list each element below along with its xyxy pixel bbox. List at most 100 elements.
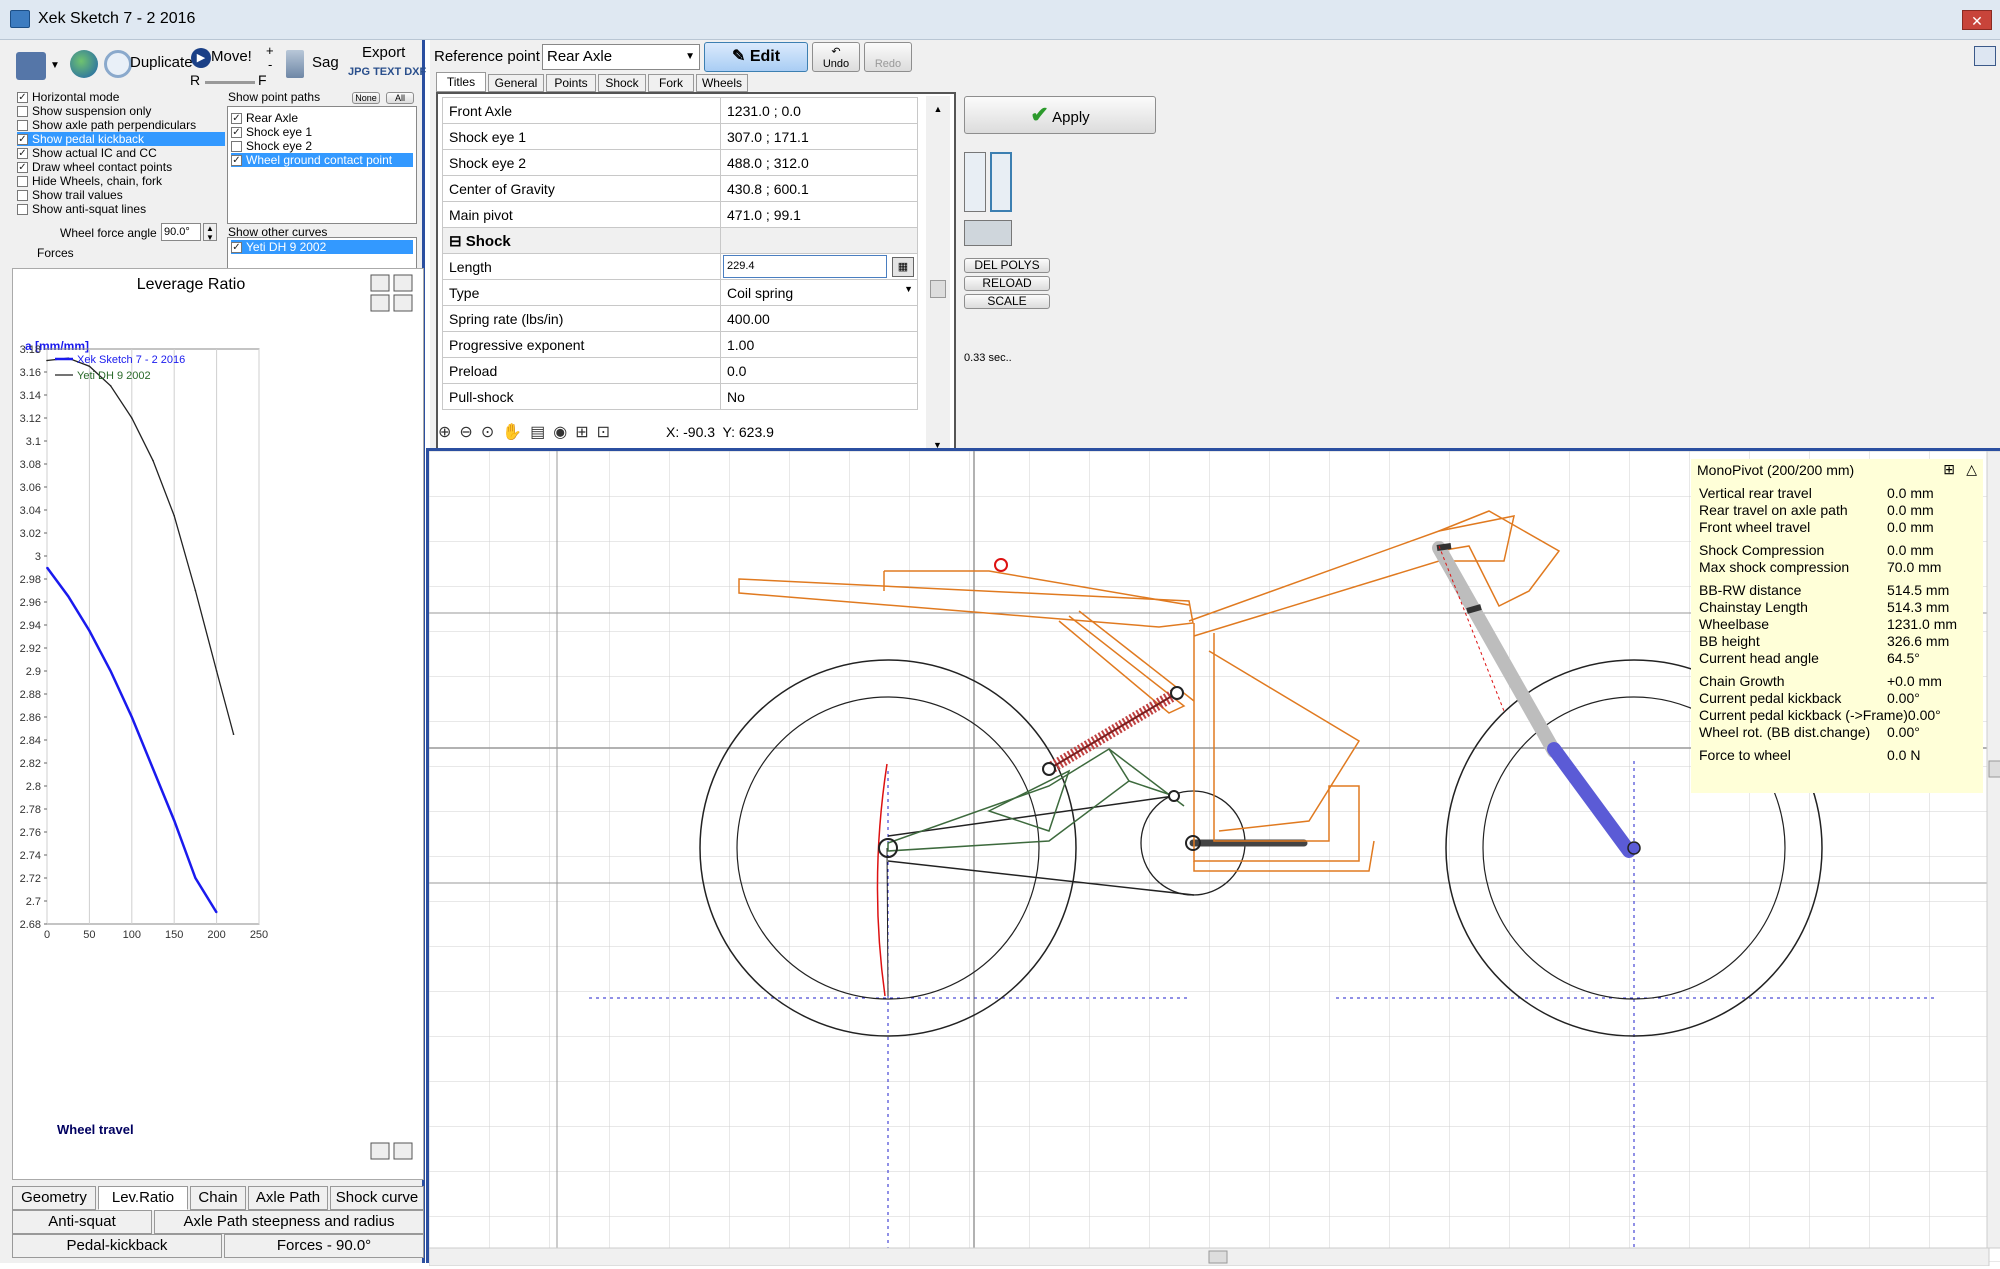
checkbox-icon[interactable]: ✓	[231, 112, 242, 124]
tab-points[interactable]: Points	[546, 74, 596, 92]
shock-section-header[interactable]: ⊟ Shock	[442, 227, 918, 254]
checkbox-icon[interactable]	[17, 203, 28, 215]
option-show-trail-values[interactable]: Show trail values	[17, 188, 225, 202]
shock-eye-1[interactable]	[1042, 762, 1056, 776]
tab-axle-path[interactable]: Axle Path	[248, 1186, 328, 1210]
scroll-up-button[interactable]	[370, 274, 390, 292]
option-hide-wheels[interactable]: Hide Wheels, chain, fork	[17, 174, 225, 188]
scroll-thumb[interactable]	[1988, 760, 2000, 778]
prop-row[interactable]: Front Axle 1231.0 ; 0.0	[442, 97, 918, 124]
collapse-up-icon[interactable]: △	[1966, 461, 1977, 478]
undo-button[interactable]: ↶ Undo	[812, 42, 860, 72]
reload-button[interactable]: RELOAD	[964, 276, 1050, 291]
apply-button[interactable]: ✔ Apply	[964, 96, 1156, 134]
curve-item-yeti[interactable]: ✓ Yeti DH 9 2002	[231, 240, 413, 254]
path-item-wheel-ground-contact[interactable]: ✓ Wheel ground contact point	[231, 153, 413, 167]
prop-row[interactable]: Shock eye 1 307.0 ; 171.1	[442, 123, 918, 150]
checkbox-icon[interactable]	[17, 189, 28, 201]
tab-forces[interactable]: Forces - 90.0°	[224, 1234, 424, 1258]
prop-row[interactable]: Main pivot 471.0 ; 99.1	[442, 201, 918, 228]
zoom-out-icon[interactable]: ⊖	[459, 422, 472, 442]
scroll-down-button-2[interactable]	[393, 294, 413, 312]
shock-eye-2[interactable]	[1170, 686, 1184, 700]
checkbox-icon[interactable]: ✓	[17, 133, 28, 145]
option-draw-wheel-contact-points[interactable]: ✓ Draw wheel contact points	[17, 160, 225, 174]
tab-fork[interactable]: Fork	[648, 74, 694, 92]
window-toggle-icon[interactable]	[1974, 46, 1996, 66]
calculator-icon[interactable]: ▦	[892, 257, 914, 277]
prop-row[interactable]: Shock eye 2 488.0 ; 312.0	[442, 149, 918, 176]
close-button[interactable]: ✕	[1962, 10, 1992, 30]
tab-general[interactable]: General	[488, 74, 544, 92]
option-horizontal-mode[interactable]: ✓ Horizontal mode	[17, 90, 225, 104]
globe-icon[interactable]	[70, 50, 98, 78]
all-button[interactable]: All	[386, 92, 414, 104]
fork-view-icon-2[interactable]	[990, 152, 1012, 212]
export-button[interactable]: Export	[362, 44, 405, 61]
edit-button[interactable]: ✎ Edit	[704, 42, 808, 72]
collapse-icon[interactable]: ⊟	[449, 233, 462, 250]
pan-hand-icon[interactable]: ✋	[502, 422, 522, 442]
checkbox-icon[interactable]: ✓	[231, 241, 242, 253]
play-icon[interactable]: ▶	[191, 48, 211, 68]
chevron-down-icon[interactable]: ▼	[685, 45, 695, 69]
fork-view-icon[interactable]	[964, 152, 986, 212]
option-show-axle-path-perpendiculars[interactable]: Show axle path perpendiculars	[17, 118, 225, 132]
checkbox-icon[interactable]: ✓	[17, 91, 28, 103]
option-show-pedal-kickback[interactable]: ✓ Show pedal kickback	[17, 132, 225, 146]
scroll-thumb-2[interactable]	[393, 1142, 413, 1160]
wheel-force-input[interactable]	[161, 223, 201, 241]
drawing-canvas[interactable]: MonoPivot (200/200 mm) ⊞ △ Vertical rear…	[426, 448, 2000, 1267]
checkbox-icon[interactable]	[17, 105, 28, 117]
tab-anti-squat[interactable]: Anti-squat	[12, 1210, 152, 1234]
tab-titles[interactable]: Titles	[436, 72, 486, 92]
path-item-shock-eye-1[interactable]: ✓ Shock eye 1	[231, 125, 413, 139]
scroll-up-icon[interactable]: ▲	[926, 104, 950, 114]
zoom-in-icon[interactable]: ⊕	[438, 422, 451, 442]
tab-lev-ratio[interactable]: Lev.Ratio	[98, 1186, 188, 1210]
path-item-shock-eye-2[interactable]: Shock eye 2	[231, 139, 413, 153]
snap-icon[interactable]: ⊡	[597, 422, 610, 442]
duplicate-button[interactable]: Duplicate	[130, 54, 193, 71]
length-input[interactable]: 229.4	[723, 255, 887, 278]
redo-button[interactable]: Redo	[864, 42, 912, 72]
tab-shock[interactable]: Shock	[598, 74, 646, 92]
scroll-up-button-2[interactable]	[393, 274, 413, 292]
option-show-suspension-only[interactable]: Show suspension only	[17, 104, 225, 118]
wheel-force-spinner[interactable]: ▲ ▼	[203, 223, 217, 242]
vertical-scrollbar[interactable]	[1986, 450, 2000, 1249]
prop-row[interactable]: Center of Gravity 430.8 ; 600.1	[442, 175, 918, 202]
save-dropdown-icon[interactable]: ▼	[50, 60, 60, 71]
scroll-thumb[interactable]	[1208, 1250, 1228, 1264]
prop-row[interactable]: Spring rate (lbs/in) 400.00	[442, 305, 918, 332]
center-icon[interactable]: ◉	[553, 422, 567, 442]
tab-shock-curve[interactable]: Shock curve	[330, 1186, 424, 1210]
checkbox-icon[interactable]	[17, 175, 28, 187]
prop-row[interactable]: Preload 0.0	[442, 357, 918, 384]
zoom-fit-icon[interactable]: ⊙	[481, 422, 494, 442]
info-settings-icon[interactable]: ⊞	[1943, 461, 1955, 478]
del-polys-button[interactable]: DEL POLYS	[964, 258, 1050, 273]
scroll-thumb[interactable]	[930, 280, 946, 298]
move-button[interactable]: Move!	[211, 48, 252, 65]
sag-button[interactable]: Sag	[312, 54, 339, 71]
point-paths-list[interactable]: ✓ Rear Axle ✓ Shock eye 1 Shock eye 2 ✓ Whe…	[227, 106, 417, 224]
checkbox-icon[interactable]: ✓	[17, 147, 28, 159]
grid-icon[interactable]: ▤	[530, 422, 545, 442]
checkbox-icon[interactable]: ✓	[17, 161, 28, 173]
path-item-rear-axle[interactable]: ✓ Rear Axle	[231, 111, 413, 125]
checkbox-icon[interactable]	[17, 119, 28, 131]
prop-row[interactable]: Progressive exponent 1.00	[442, 331, 918, 358]
duplicate-icon[interactable]	[104, 50, 132, 78]
front-axle-point[interactable]	[1627, 841, 1641, 855]
sag-icon[interactable]	[286, 50, 304, 78]
image-icon[interactable]	[964, 220, 1012, 246]
prop-row[interactable]: Pull-shock No	[442, 383, 918, 410]
main-pivot[interactable]	[1168, 790, 1180, 802]
move-slider[interactable]	[205, 81, 255, 84]
tab-axle-path-steepness[interactable]: Axle Path steepness and radius	[154, 1210, 424, 1234]
scroll-down-button[interactable]	[370, 294, 390, 312]
prop-row[interactable]: Length 229.4 ▦	[442, 253, 918, 280]
save-icon[interactable]	[16, 52, 46, 80]
reference-point-select[interactable]: Rear Axle ▼	[542, 44, 700, 70]
